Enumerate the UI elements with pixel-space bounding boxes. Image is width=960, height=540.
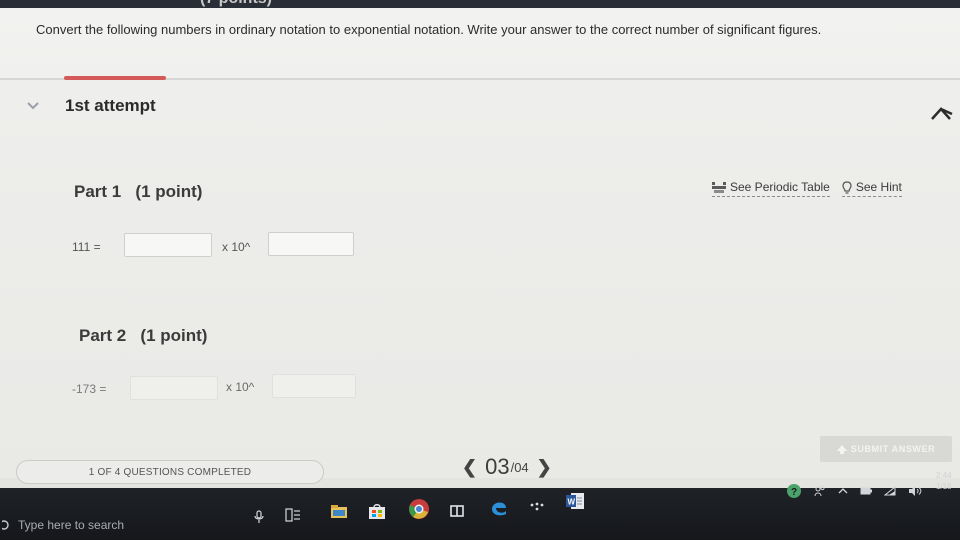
wifi-icon[interactable] bbox=[884, 486, 896, 496]
microphone-icon[interactable] bbox=[248, 506, 270, 528]
clock-time: 2:44 bbox=[936, 471, 952, 480]
part-2-times-ten: x 10^ bbox=[226, 380, 255, 394]
pager-total: /04 bbox=[510, 459, 529, 475]
see-hint-link[interactable]: See Hint bbox=[841, 180, 902, 197]
question-instructions: Convert the following numbers in ordinar… bbox=[36, 22, 822, 37]
taskbar-search-placeholder: Type here to search bbox=[18, 518, 125, 532]
search-circle-icon bbox=[2, 520, 9, 530]
submit-answer-label: SUBMIT ANSWER bbox=[850, 444, 936, 454]
chevron-down-icon[interactable] bbox=[26, 100, 40, 112]
svg-text:?: ? bbox=[791, 487, 797, 498]
previous-question-button[interactable]: ❮ bbox=[462, 457, 477, 478]
volume-icon[interactable] bbox=[908, 486, 922, 496]
question-pager: ❮ 03 /04 ❯ bbox=[462, 452, 552, 482]
part-2-title: Part 2 (1 point) bbox=[79, 326, 207, 346]
store-icon[interactable] bbox=[366, 500, 388, 522]
help-circle-icon[interactable]: ? bbox=[786, 483, 802, 499]
question-header-bar: (7 points) bbox=[0, 0, 960, 8]
part-2-number: -173 = bbox=[72, 382, 107, 396]
part-1-number: 111 = bbox=[72, 240, 101, 254]
part-1-label: Part 1 bbox=[74, 182, 122, 201]
chrome-icon[interactable] bbox=[408, 498, 430, 520]
chevron-up-icon[interactable] bbox=[838, 487, 848, 495]
part-1-coefficient-input[interactable] bbox=[124, 233, 212, 257]
part-2-points: (1 point) bbox=[140, 326, 208, 345]
periodic-table-label: See Periodic Table bbox=[730, 180, 830, 194]
part-1-title: Part 1 (1 point) bbox=[74, 182, 202, 202]
people-icon[interactable] bbox=[814, 485, 826, 497]
attempt-title[interactable]: 1st attempt bbox=[65, 96, 156, 116]
next-question-button[interactable]: ❯ bbox=[537, 457, 552, 478]
screen: (7 points) Convert the following numbers… bbox=[0, 0, 960, 540]
part-1-points: (1 point) bbox=[135, 182, 203, 201]
system-clock[interactable]: 2:44 1/18 bbox=[936, 470, 960, 492]
system-tray: ? bbox=[786, 476, 922, 506]
edge-icon[interactable] bbox=[488, 496, 510, 518]
taskbar-search[interactable]: Type here to search bbox=[0, 510, 240, 540]
submit-answer-button[interactable]: SUBMIT ANSWER bbox=[820, 436, 952, 462]
see-hint-label: See Hint bbox=[855, 180, 902, 194]
lightbulb-icon bbox=[842, 180, 852, 194]
task-view-icon[interactable] bbox=[282, 504, 304, 526]
progress-indicator: 1 OF 4 QUESTIONS COMPLETED bbox=[16, 460, 324, 484]
pager-current: 03 bbox=[485, 454, 510, 479]
part-2-coefficient-input[interactable] bbox=[130, 376, 218, 400]
window-app-icon[interactable] bbox=[446, 500, 468, 522]
periodic-table-icon bbox=[712, 181, 726, 193]
attempt-panel bbox=[0, 78, 960, 478]
dots-app-icon[interactable] bbox=[526, 496, 548, 518]
battery-icon[interactable] bbox=[860, 487, 872, 495]
arrow-up-icon bbox=[836, 444, 847, 454]
word-icon[interactable]: W bbox=[564, 490, 586, 512]
part-1-exponent-input[interactable] bbox=[268, 232, 354, 256]
svg-text:W: W bbox=[568, 498, 576, 507]
file-explorer-icon[interactable] bbox=[328, 500, 350, 522]
attempt-tab-indicator bbox=[64, 76, 166, 80]
part-1-tools: See Periodic Table See Hint bbox=[712, 180, 902, 197]
part-2-label: Part 2 bbox=[79, 326, 127, 345]
periodic-table-link[interactable]: See Periodic Table bbox=[712, 180, 830, 197]
clock-date: 1/18 bbox=[936, 482, 952, 491]
part-1-times-ten: x 10^ bbox=[222, 240, 251, 254]
part-2-exponent-input[interactable] bbox=[272, 374, 356, 398]
collapse-up-icon[interactable] bbox=[928, 104, 954, 122]
question-header-title: (7 points) bbox=[200, 0, 272, 8]
